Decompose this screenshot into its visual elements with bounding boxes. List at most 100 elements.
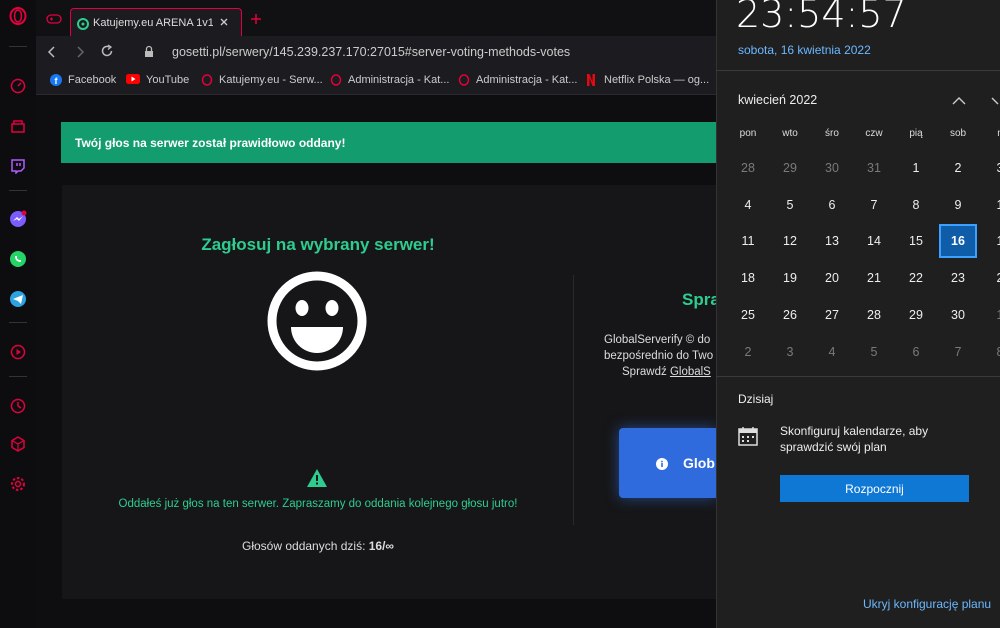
clock-time: 23:54:57 [736, 0, 907, 36]
tab-title: Katujemy.eu ARENA 1v1 10 [93, 16, 213, 29]
tab-close-icon[interactable] [219, 14, 229, 32]
calendar-day[interactable]: 2 [940, 152, 976, 184]
calendar-day[interactable]: 9 [940, 189, 976, 221]
calendar-day[interactable]: 1 [898, 152, 934, 184]
calendar-day[interactable]: 5 [772, 189, 808, 221]
next-month-chevron-icon[interactable] [990, 93, 1000, 111]
whatsapp-icon[interactable] [8, 249, 28, 269]
calendar-day[interactable]: 4 [730, 189, 766, 221]
bookmark-facebook[interactable]: f Facebook [50, 74, 116, 86]
calendar-day[interactable]: 11 [730, 225, 766, 257]
calendar-day[interactable]: 27 [814, 299, 850, 331]
calendar-day[interactable]: 6 [814, 189, 850, 221]
new-tab-plus-icon[interactable] [250, 12, 262, 30]
bookmarks-bar: f Facebook YouTube Katujemy.eu - Serw...… [36, 68, 716, 95]
calendar-day[interactable]: 21 [856, 262, 892, 294]
player-icon[interactable] [8, 342, 28, 362]
bookmark-katujemy[interactable]: Katujemy.eu - Serw... [201, 74, 323, 86]
weekday-header: sob [949, 128, 967, 139]
calendar-day[interactable]: 7 [856, 189, 892, 221]
shop-icon[interactable] [8, 116, 28, 136]
calendar-day[interactable]: 3 [982, 152, 1000, 184]
smiley-face-icon [266, 270, 368, 377]
back-icon[interactable] [46, 45, 58, 64]
weekday-header: śro [825, 128, 839, 139]
calendar-day[interactable]: 12 [772, 225, 808, 257]
calendar-day[interactable]: 26 [772, 299, 808, 331]
calendar-day[interactable]: 5 [856, 336, 892, 368]
calendar-day[interactable]: 22 [898, 262, 934, 294]
calendar-day[interactable]: 14 [856, 225, 892, 257]
calendar-day[interactable]: 3 [772, 336, 808, 368]
browser-tab-active[interactable]: Katujemy.eu ARENA 1v1 10 [70, 8, 242, 36]
globalserverify-button[interactable]: Glob [619, 428, 716, 498]
calendar-day[interactable]: 15 [898, 225, 934, 257]
calendar-day[interactable]: 2 [730, 336, 766, 368]
calendar-day[interactable]: 23 [940, 262, 976, 294]
url-input[interactable]: gosetti.pl/serwery/145.239.237.170:27015… [172, 45, 570, 59]
address-bar-row: gosetti.pl/serwery/145.239.237.170:27015… [36, 36, 716, 68]
reload-icon[interactable] [100, 44, 114, 63]
calendar-day[interactable]: 6 [898, 336, 934, 368]
bookmark-netflix[interactable]: Netflix Polska — og... [586, 74, 709, 86]
weekday-header: n [982, 128, 1000, 139]
telegram-icon[interactable] [8, 289, 28, 309]
calendar-day[interactable]: 2 [982, 262, 1000, 294]
calendar-day[interactable]: 4 [814, 336, 850, 368]
globalserverify-link[interactable]: GlobalS [670, 366, 711, 378]
calendar-day[interactable]: 29 [898, 299, 934, 331]
hide-plan-link[interactable]: Ukryj konfigurację planu [863, 597, 991, 611]
today-label: Dzisiaj [738, 392, 774, 406]
calendar-day[interactable]: 8 [898, 189, 934, 221]
calendar-day[interactable]: 25 [730, 299, 766, 331]
calendar-day[interactable]: 19 [772, 262, 808, 294]
clock-date[interactable]: sobota, 16 kwietnia 2022 [738, 43, 871, 57]
calendar-icon [738, 426, 758, 451]
twitch-icon[interactable] [8, 156, 28, 176]
youtube-icon [126, 74, 140, 86]
messenger-icon[interactable] [8, 209, 28, 229]
previous-month-chevron-icon[interactable] [951, 93, 967, 111]
calendar-day[interactable]: 1 [982, 189, 1000, 221]
calendar-day[interactable]: 13 [814, 225, 850, 257]
bookmark-administracja-1[interactable]: Administracja - Kat... [330, 74, 449, 86]
speed-dial-icon[interactable] [8, 76, 28, 96]
calendar-day[interactable]: 28 [856, 299, 892, 331]
start-button[interactable]: Rozpocznij [780, 475, 969, 502]
bookmark-administracja-2[interactable]: Administracja - Kat... [458, 74, 577, 86]
calendar-day[interactable]: 31 [856, 152, 892, 184]
right-description: GlobalServerify © do bezpośrednio do Two… [604, 334, 714, 378]
calendar-day-selected[interactable]: 16 [940, 225, 976, 257]
calendar-day[interactable]: 1 [982, 225, 1000, 257]
forward-icon[interactable] [74, 45, 86, 64]
flyout-divider [716, 70, 1000, 71]
info-icon [656, 457, 668, 475]
calendar-day[interactable]: 30 [814, 152, 850, 184]
votes-today-label: Głosów oddanych dziś: [242, 539, 366, 553]
history-icon[interactable] [8, 396, 28, 416]
calendar-day[interactable]: 8 [982, 336, 1000, 368]
calendar-day[interactable]: 20 [814, 262, 850, 294]
weekday-header: wto [782, 128, 798, 139]
calendar-day[interactable]: 18 [730, 262, 766, 294]
calendar-day[interactable]: 7 [940, 336, 976, 368]
opera-small-icon [458, 74, 470, 86]
opera-logo-icon[interactable] [8, 6, 28, 26]
calendar-day[interactable]: 29 [772, 152, 808, 184]
netflix-icon [586, 74, 598, 86]
votes-today-value: 16/∞ [368, 539, 394, 553]
success-toast: Twój głos na serwer został prawidłowo od… [61, 122, 716, 163]
calendar-day[interactable]: 28 [730, 152, 766, 184]
bookmark-youtube[interactable]: YouTube [126, 74, 189, 86]
weekday-header: czw [865, 128, 883, 139]
extensions-icon[interactable] [8, 434, 28, 454]
lock-icon[interactable] [144, 45, 154, 63]
agenda-divider [716, 376, 1000, 377]
column-divider [573, 275, 574, 525]
gamepad-icon[interactable] [46, 12, 62, 30]
calendar-day[interactable]: 30 [940, 299, 976, 331]
settings-gear-icon[interactable] [8, 474, 28, 494]
calendar-day[interactable]: 1 [982, 299, 1000, 331]
calendar-month-label[interactable]: kwiecień 2022 [738, 93, 817, 107]
opera-small-icon [330, 74, 342, 86]
